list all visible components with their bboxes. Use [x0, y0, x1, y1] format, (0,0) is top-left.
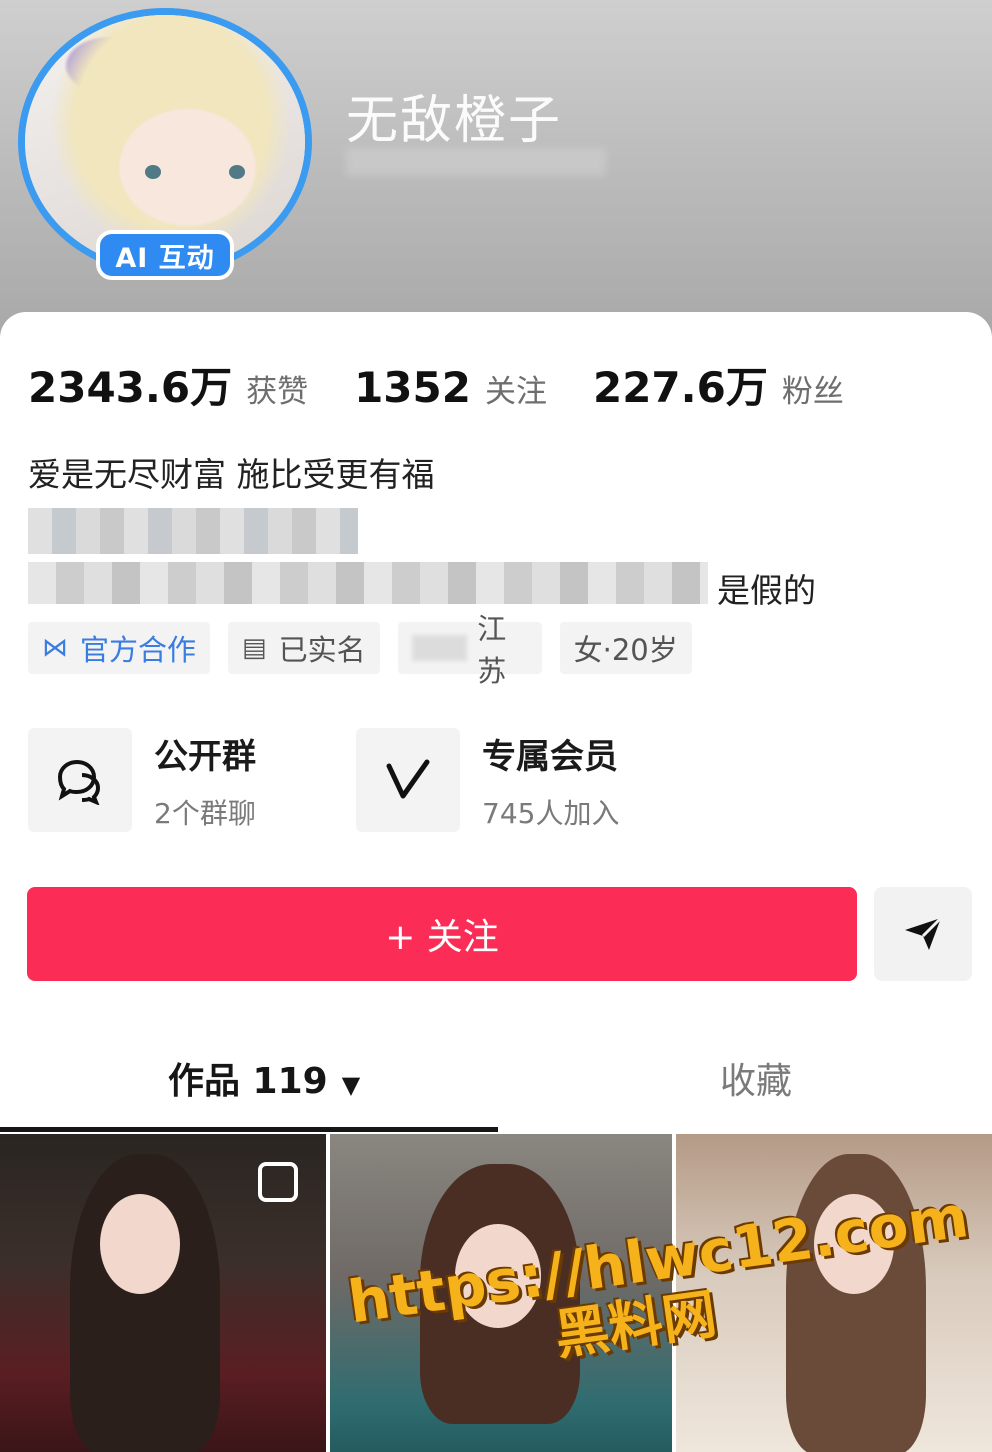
tag-official-cooperation[interactable]: ⋈ 官方合作	[28, 622, 211, 674]
video-thumbnail[interactable]	[0, 1134, 326, 1452]
public-group-text: 公开群 2个群聊	[154, 729, 256, 832]
avatar-face-detail	[145, 165, 245, 185]
public-group-entry[interactable]: 公开群 2个群聊	[28, 728, 356, 832]
tag-verified[interactable]: ▤ 已实名	[228, 622, 380, 674]
tab-works[interactable]: 作品 119 ▼	[168, 1052, 360, 1104]
stat-followers[interactable]: 227.6万 粉丝	[593, 354, 844, 415]
active-tab-indicator	[0, 1127, 498, 1132]
chat-bubbles-icon	[28, 728, 132, 832]
thumb-face	[100, 1194, 180, 1294]
id-card-icon: ▤	[242, 633, 267, 663]
profile-nickname: 无敌橙子	[346, 91, 563, 151]
bio-mosaic-redaction-line: 是假的	[28, 562, 816, 610]
stat-followers-label: 粉丝	[781, 374, 844, 410]
stat-followers-value: 227.6万	[592, 363, 768, 412]
location-blur	[411, 635, 468, 661]
tab-works-label: 作品 119	[168, 1061, 328, 1102]
member-text: 专属会员 745人加入	[482, 729, 619, 832]
send-icon[interactable]	[874, 887, 972, 981]
member-entry[interactable]: 专属会员 745人加入	[356, 728, 684, 832]
tag-location-label: 江苏	[477, 612, 507, 688]
blurred-subtitle	[346, 148, 606, 176]
member-title: 专属会员	[482, 736, 618, 777]
stat-likes-label: 获赞	[246, 374, 309, 410]
stat-likes[interactable]: 2343.6万 获赞	[28, 354, 308, 415]
cooperation-icon: ⋈	[42, 633, 68, 663]
stats-row: 2343.6万 获赞 1352 关注 227.6万 粉丝	[28, 354, 890, 415]
tag-location[interactable]: 江苏	[397, 612, 542, 688]
public-group-subtitle: 2个群聊	[154, 796, 256, 830]
tag-verified-label: 已实名	[278, 633, 366, 667]
profile-tags: ⋈ 官方合作 ▤ 已实名 江苏 女·20岁	[28, 612, 710, 688]
caret-down-icon: ▼	[341, 1071, 361, 1099]
bio-mosaic-redaction	[28, 508, 358, 554]
public-group-title: 公开群	[154, 736, 256, 777]
tag-official-label: 官方合作	[80, 633, 197, 667]
profile-header: AI 互动 无敌橙子	[0, 0, 992, 340]
bio-visible-tail: 是假的	[717, 571, 816, 610]
stat-following-value: 1352	[354, 363, 471, 412]
tag-gender-age-label: 女·20岁	[573, 633, 678, 667]
mosaic-block	[28, 562, 708, 604]
stat-following-label: 关注	[484, 374, 547, 410]
group-entries: 公开群 2个群聊 专属会员 745人加入	[28, 728, 684, 832]
multi-image-icon	[258, 1162, 298, 1202]
v-member-icon	[356, 728, 460, 832]
ai-interaction-badge[interactable]: AI 互动	[96, 230, 234, 280]
member-subtitle: 745人加入	[482, 796, 620, 830]
follow-button[interactable]: + 关注	[27, 887, 857, 981]
tab-favorites[interactable]: 收藏	[720, 1052, 792, 1104]
stat-following[interactable]: 1352 关注	[354, 363, 547, 412]
bio-line: 爱是无尽财富 施比受更有福	[28, 455, 435, 494]
stat-likes-value: 2343.6万	[28, 363, 233, 412]
tag-gender-age[interactable]: 女·20岁	[559, 622, 692, 674]
